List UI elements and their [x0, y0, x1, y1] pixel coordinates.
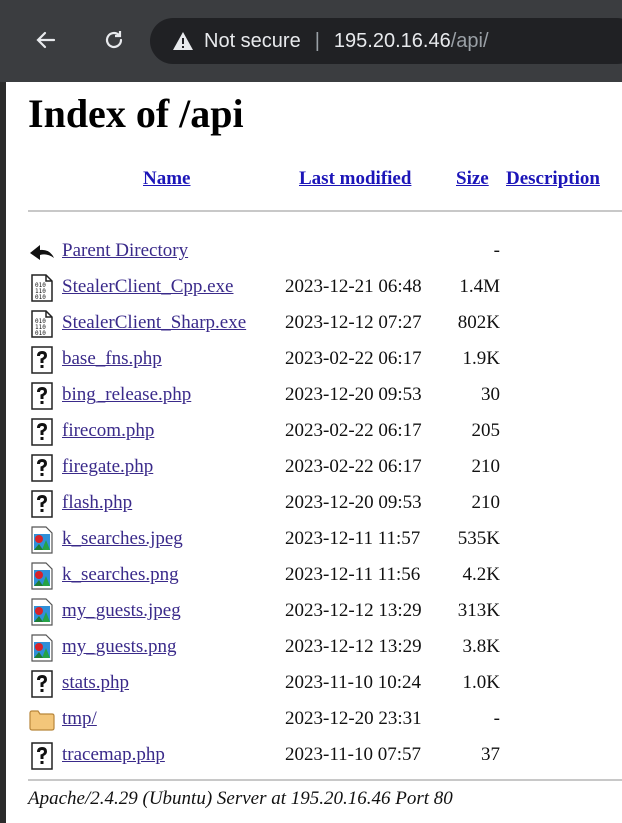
image-file-icon: [28, 634, 56, 662]
directory-listing-page: Index of /api Name Last modified Size De…: [0, 82, 622, 823]
table-row: Parent Directory -: [28, 236, 622, 272]
column-header-size[interactable]: Size: [456, 168, 489, 190]
image-file-icon: [28, 526, 56, 554]
column-header-last-modified[interactable]: Last modified: [299, 168, 411, 190]
size-cell: 205: [471, 420, 501, 441]
last-modified-cell: 2023-02-22 06:17: [285, 348, 422, 369]
url-host[interactable]: 195.20.16.46: [334, 30, 451, 53]
file-link[interactable]: my_guests.png: [62, 636, 177, 658]
back-arrow-icon[interactable]: [28, 22, 64, 58]
size-cell: 30: [481, 384, 500, 405]
file-link[interactable]: stats.php: [62, 672, 129, 694]
last-modified-cell: 2023-12-21 06:48: [285, 276, 422, 297]
size-cell: 3.8K: [462, 636, 500, 657]
last-modified-cell: 2023-12-20 09:53: [285, 384, 422, 405]
server-signature: Apache/2.4.29 (Ubuntu) Server at 195.20.…: [28, 788, 453, 809]
table-row: my_guests.jpeg 2023-12-12 13:29 313K: [28, 596, 622, 632]
unknown-file-icon: [28, 382, 56, 410]
size-cell: 1.0K: [462, 672, 500, 693]
footer-divider: [28, 779, 622, 781]
size-cell: 210: [471, 456, 501, 477]
svg-text:010: 010: [35, 330, 46, 337]
file-link[interactable]: tracemap.php: [62, 744, 165, 766]
size-cell: 4.2K: [462, 564, 500, 585]
back-arrow-icon: [28, 238, 56, 266]
size-cell: 802K: [457, 312, 500, 333]
table-row: tmp/2023-12-20 23:31 -: [28, 704, 622, 740]
file-link[interactable]: StealerClient_Sharp.exe: [62, 312, 246, 334]
size-cell: 313K: [457, 600, 500, 621]
file-link[interactable]: StealerClient_Cpp.exe: [62, 276, 233, 298]
last-modified-cell: 2023-12-12 13:29: [285, 636, 422, 657]
table-row: flash.php 2023-12-20 09:53 210: [28, 488, 622, 524]
omnibox-divider: |: [314, 29, 320, 52]
unknown-file-icon: [28, 490, 56, 518]
header-divider: [28, 210, 622, 212]
size-cell: 535K: [457, 528, 500, 549]
table-row: my_guests.png 2023-12-12 13:29 3.8K: [28, 632, 622, 668]
column-header-name[interactable]: Name: [143, 168, 190, 190]
last-modified-cell: 2023-12-11 11:56: [285, 564, 421, 585]
binary-file-icon: 010 110 010: [28, 274, 56, 302]
size-cell: 37: [481, 744, 500, 765]
file-link[interactable]: my_guests.jpeg: [62, 600, 181, 622]
unknown-file-icon: [28, 454, 56, 482]
table-row: k_searches.png 2023-12-11 11:56 4.2K: [28, 560, 622, 596]
image-file-icon: [28, 598, 56, 626]
column-header-description[interactable]: Description: [506, 168, 600, 190]
table-row: k_searches.jpeg 2023-12-11 11:57 535K: [28, 524, 622, 560]
size-cell: 1.4M: [459, 276, 500, 297]
last-modified-cell: 2023-11-10 10:24: [285, 672, 421, 693]
file-link[interactable]: firecom.php: [62, 420, 154, 442]
last-modified-cell: 2023-12-20 23:31: [285, 708, 422, 729]
size-cell: 210: [471, 492, 501, 513]
unknown-file-icon: [28, 670, 56, 698]
last-modified-cell: 2023-12-12 13:29: [285, 600, 422, 621]
file-link[interactable]: Parent Directory: [62, 240, 188, 262]
table-row: firegate.php 2023-02-22 06:17 210: [28, 452, 622, 488]
folder-icon: [28, 706, 56, 734]
image-file-icon: [28, 562, 56, 590]
last-modified-cell: 2023-02-22 06:17: [285, 456, 422, 477]
file-link[interactable]: bing_release.php: [62, 384, 191, 406]
address-bar[interactable]: Not secure | 195.20.16.46/api/: [150, 18, 622, 64]
page-title: Index of /api: [28, 91, 244, 136]
table-row: base_fns.php 2023-02-22 06:17 1.9K: [28, 344, 622, 380]
file-link[interactable]: base_fns.php: [62, 348, 162, 370]
unknown-file-icon: [28, 346, 56, 374]
size-cell: 1.9K: [462, 348, 500, 369]
table-row: 010 110 010 StealerClient_Sharp.exe 2023-12-…: [28, 308, 622, 344]
table-row: 010 110 010 StealerClient_Cpp.exe 2023-12-21…: [28, 272, 622, 308]
browser-toolbar: Not secure | 195.20.16.46/api/: [0, 0, 622, 82]
unknown-file-icon: [28, 418, 56, 446]
file-link[interactable]: flash.php: [62, 492, 132, 514]
warning-icon[interactable]: [172, 30, 194, 52]
unknown-file-icon: [28, 742, 56, 770]
security-label[interactable]: Not secure: [204, 30, 301, 53]
table-row: stats.php 2023-11-10 10:24 1.0K: [28, 668, 622, 704]
last-modified-cell: 2023-12-20 09:53: [285, 492, 422, 513]
url-path[interactable]: /api/: [451, 30, 489, 53]
size-cell: -: [493, 708, 500, 729]
file-link[interactable]: k_searches.png: [62, 564, 179, 586]
table-row: bing_release.php 2023-12-20 09:53 30: [28, 380, 622, 416]
table-row: firecom.php 2023-02-22 06:17 205: [28, 416, 622, 452]
last-modified-cell: 2023-11-10 07:57: [285, 744, 421, 765]
last-modified-cell: 2023-02-22 06:17: [285, 420, 422, 441]
file-link[interactable]: k_searches.jpeg: [62, 528, 183, 550]
file-link[interactable]: tmp/: [62, 708, 97, 730]
last-modified-cell: 2023-12-12 07:27: [285, 312, 422, 333]
svg-text:010: 010: [35, 294, 46, 301]
binary-file-icon: 010 110 010: [28, 310, 56, 338]
last-modified-cell: 2023-12-11 11:57: [285, 528, 421, 549]
table-row: tracemap.php 2023-11-10 07:57 37: [28, 740, 622, 776]
file-link[interactable]: firegate.php: [62, 456, 153, 478]
size-cell: -: [493, 240, 500, 261]
reload-icon[interactable]: [96, 22, 132, 58]
